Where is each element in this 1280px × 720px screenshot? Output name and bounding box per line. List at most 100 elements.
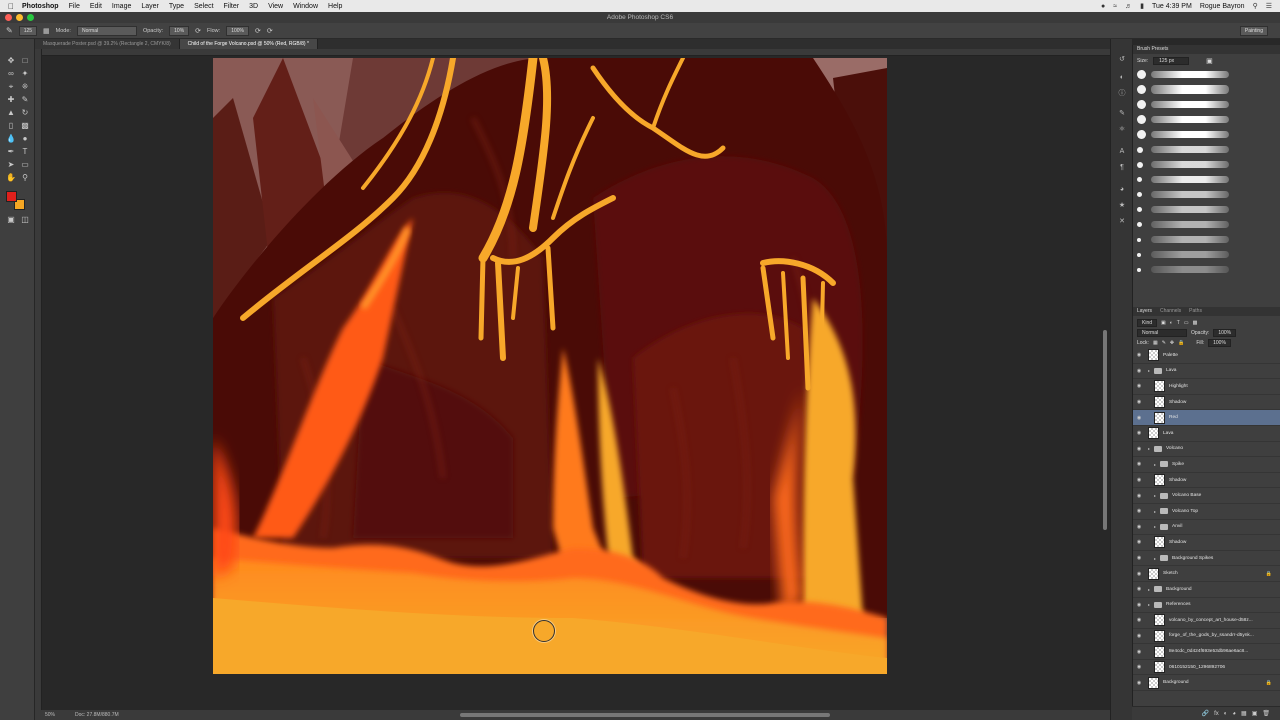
quick-select-tool-icon[interactable]: ✦: [19, 68, 31, 79]
gradient-tool-icon[interactable]: ▩: [19, 120, 31, 131]
menu-view[interactable]: View: [268, 3, 283, 10]
new-group-icon[interactable]: ▦: [1241, 710, 1247, 717]
menu-file[interactable]: File: [69, 3, 80, 10]
menu-help[interactable]: Help: [328, 3, 342, 10]
layer-row[interactable]: ◉ 8e4cdc_0d424f693e53db96ae6ac8...: [1133, 644, 1280, 660]
layer-name[interactable]: 0610152150_1296892706: [1169, 665, 1225, 670]
zoom-window-button[interactable]: [27, 14, 34, 21]
dodge-tool-icon[interactable]: ●: [19, 133, 31, 144]
screen-mode-icon[interactable]: ◫: [19, 214, 31, 225]
layer-name[interactable]: References: [1166, 602, 1191, 607]
menu-image[interactable]: Image: [112, 3, 131, 10]
menu-user[interactable]: Rogue Bayron: [1200, 3, 1245, 10]
visibility-eye-icon[interactable]: ◉: [1133, 586, 1145, 592]
visibility-eye-icon[interactable]: ◉: [1133, 461, 1145, 467]
visibility-eye-icon[interactable]: ◉: [1133, 680, 1145, 686]
filter-smart-icon[interactable]: ▩: [1193, 320, 1198, 326]
menu-layer[interactable]: Layer: [141, 3, 159, 10]
layer-thumbnail[interactable]: [1154, 661, 1165, 674]
lock-transparency-icon[interactable]: ▦: [1153, 340, 1158, 346]
document-size[interactable]: Doc: 27.8M/880.7M: [75, 712, 119, 718]
tab-masquerade-poster[interactable]: Masquerade Poster.psd @ 39.2% (Rectangle…: [35, 39, 180, 49]
layer-row[interactable]: ◉ forge_of_the_gods_by_ssandrr-d5ynk...: [1133, 629, 1280, 645]
layer-thumbnail[interactable]: [1148, 676, 1159, 689]
spotlight-icon[interactable]: ⚲: [1253, 2, 1258, 10]
layer-thumbnail[interactable]: [1148, 567, 1159, 580]
layer-name[interactable]: Background: [1163, 680, 1189, 685]
layer-row[interactable]: ◉ Palette: [1133, 348, 1280, 364]
quick-mask-icon[interactable]: ▣: [5, 214, 17, 225]
brush-preset[interactable]: [1137, 233, 1233, 246]
layer-row[interactable]: ◉ Background 🔒: [1133, 675, 1280, 692]
visibility-eye-icon[interactable]: ◉: [1133, 649, 1145, 655]
layer-name[interactable]: Sketch: [1163, 571, 1178, 576]
pressure-size-icon[interactable]: ⟳: [267, 27, 273, 35]
history-brush-tool-icon[interactable]: ↻: [19, 107, 31, 118]
layer-style-icon[interactable]: fx: [1214, 711, 1219, 717]
menu-edit[interactable]: Edit: [90, 3, 102, 10]
layer-name[interactable]: Shadow: [1169, 478, 1186, 483]
layer-name[interactable]: Palette: [1163, 353, 1178, 358]
visibility-eye-icon[interactable]: ◉: [1133, 555, 1145, 561]
layer-row[interactable]: ◉ Shadow: [1133, 535, 1280, 551]
eyedropper-tool-icon[interactable]: ⁜: [19, 81, 31, 92]
layer-name[interactable]: Shadow: [1169, 540, 1186, 545]
foreground-color-swatch[interactable]: [6, 191, 17, 202]
layer-row[interactable]: ◉ Lava: [1133, 426, 1280, 442]
layer-thumbnail[interactable]: [1154, 474, 1165, 487]
layer-thumbnail[interactable]: [1148, 427, 1159, 440]
layer-row[interactable]: ◉ ▸ Volcano Base: [1133, 488, 1280, 504]
new-layer-icon[interactable]: ▣: [1252, 710, 1258, 717]
lasso-tool-icon[interactable]: ∞: [5, 68, 17, 79]
layer-thumbnail[interactable]: [1154, 536, 1165, 549]
clone-source-icon[interactable]: ⚛: [1117, 125, 1127, 135]
document-canvas[interactable]: [213, 58, 887, 674]
lock-position-icon[interactable]: ✥: [1170, 340, 1174, 346]
layer-name[interactable]: Volcano Base: [1172, 493, 1201, 498]
layer-row[interactable]: ◉ ▸ Background: [1133, 582, 1280, 598]
layer-name[interactable]: Red: [1169, 415, 1178, 420]
layer-name[interactable]: Spike: [1172, 462, 1184, 467]
brush-preset[interactable]: [1137, 188, 1233, 201]
layer-thumbnail[interactable]: [1154, 411, 1165, 424]
brush-preset[interactable]: [1137, 203, 1233, 216]
layer-thumbnail[interactable]: [1154, 396, 1165, 409]
visibility-eye-icon[interactable]: ◉: [1133, 383, 1145, 389]
brush-size-picker[interactable]: 125: [18, 25, 38, 36]
layer-name[interactable]: Volcano: [1166, 446, 1183, 451]
eraser-tool-icon[interactable]: ▯: [5, 120, 17, 131]
brush-preset[interactable]: [1137, 263, 1233, 276]
paragraph-panel-icon[interactable]: ¶: [1117, 163, 1127, 173]
filter-shape-icon[interactable]: ▭: [1184, 320, 1189, 326]
tools-preset-icon[interactable]: ✕: [1117, 217, 1127, 227]
opacity-field[interactable]: 10%: [169, 25, 190, 36]
brush-tool-icon[interactable]: ✎: [6, 26, 13, 35]
visibility-eye-icon[interactable]: ◉: [1133, 493, 1145, 499]
visibility-eye-icon[interactable]: ◉: [1133, 352, 1145, 358]
brush-preset[interactable]: [1137, 248, 1233, 261]
marquee-tool-icon[interactable]: □: [19, 55, 31, 66]
notification-icon[interactable]: ☰: [1266, 2, 1272, 10]
brush-presets-title[interactable]: Brush Presets: [1137, 45, 1168, 54]
path-select-tool-icon[interactable]: ➤: [5, 159, 17, 170]
layer-row[interactable]: ◉ ▸ Volcano Top: [1133, 504, 1280, 520]
styles-panel-icon[interactable]: ★: [1117, 201, 1127, 211]
new-brush-icon[interactable]: ▣: [1206, 57, 1213, 65]
layer-row[interactable]: ◉ ▸ References: [1133, 598, 1280, 614]
color-panel-icon[interactable]: ◐: [1117, 73, 1127, 83]
layer-opacity-field[interactable]: 100%: [1213, 329, 1237, 337]
visibility-eye-icon[interactable]: ◉: [1133, 633, 1145, 639]
brush-preset[interactable]: [1137, 128, 1233, 141]
history-panel-icon[interactable]: ↺: [1117, 55, 1127, 65]
layer-name[interactable]: Background Spikes: [1172, 556, 1213, 561]
brush-preset[interactable]: [1137, 68, 1233, 81]
stamp-tool-icon[interactable]: ▲: [5, 107, 17, 118]
visibility-eye-icon[interactable]: ◉: [1133, 415, 1145, 421]
horizontal-scrollbar[interactable]: [460, 713, 830, 717]
visibility-eye-icon[interactable]: ◉: [1133, 508, 1145, 514]
layer-name[interactable]: Lava: [1163, 431, 1173, 436]
layer-thumbnail[interactable]: [1154, 645, 1165, 658]
character-panel-icon[interactable]: A: [1117, 147, 1127, 157]
visibility-eye-icon[interactable]: ◉: [1133, 539, 1145, 545]
mode-select[interactable]: Normal: [76, 25, 137, 36]
